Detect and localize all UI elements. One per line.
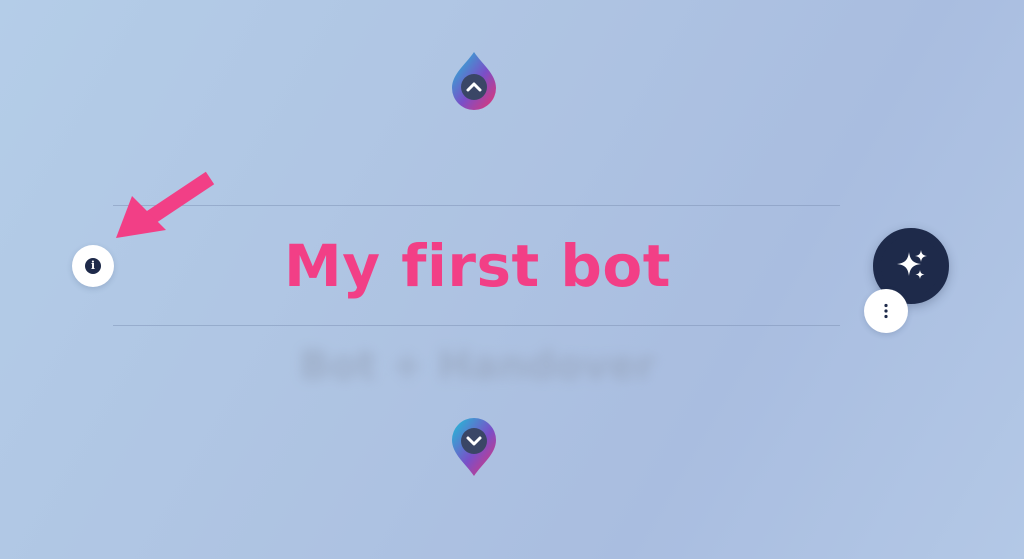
- chevron-up-pin-icon[interactable]: [446, 50, 502, 114]
- chevron-down-pin-icon[interactable]: [446, 414, 502, 478]
- divider-bottom: [113, 325, 840, 326]
- bot-canvas: My first bot Bot + Handover i: [0, 0, 1024, 559]
- sparkle-icon: [897, 250, 927, 279]
- bot-type-label: Bot + Handover: [299, 343, 656, 389]
- info-button[interactable]: i: [72, 245, 114, 287]
- more-options-button[interactable]: [864, 289, 908, 333]
- arrow-pointer-icon: [110, 168, 220, 246]
- info-icon: i: [85, 258, 101, 274]
- divider-top: [113, 205, 840, 206]
- more-vertical-icon: [884, 303, 888, 319]
